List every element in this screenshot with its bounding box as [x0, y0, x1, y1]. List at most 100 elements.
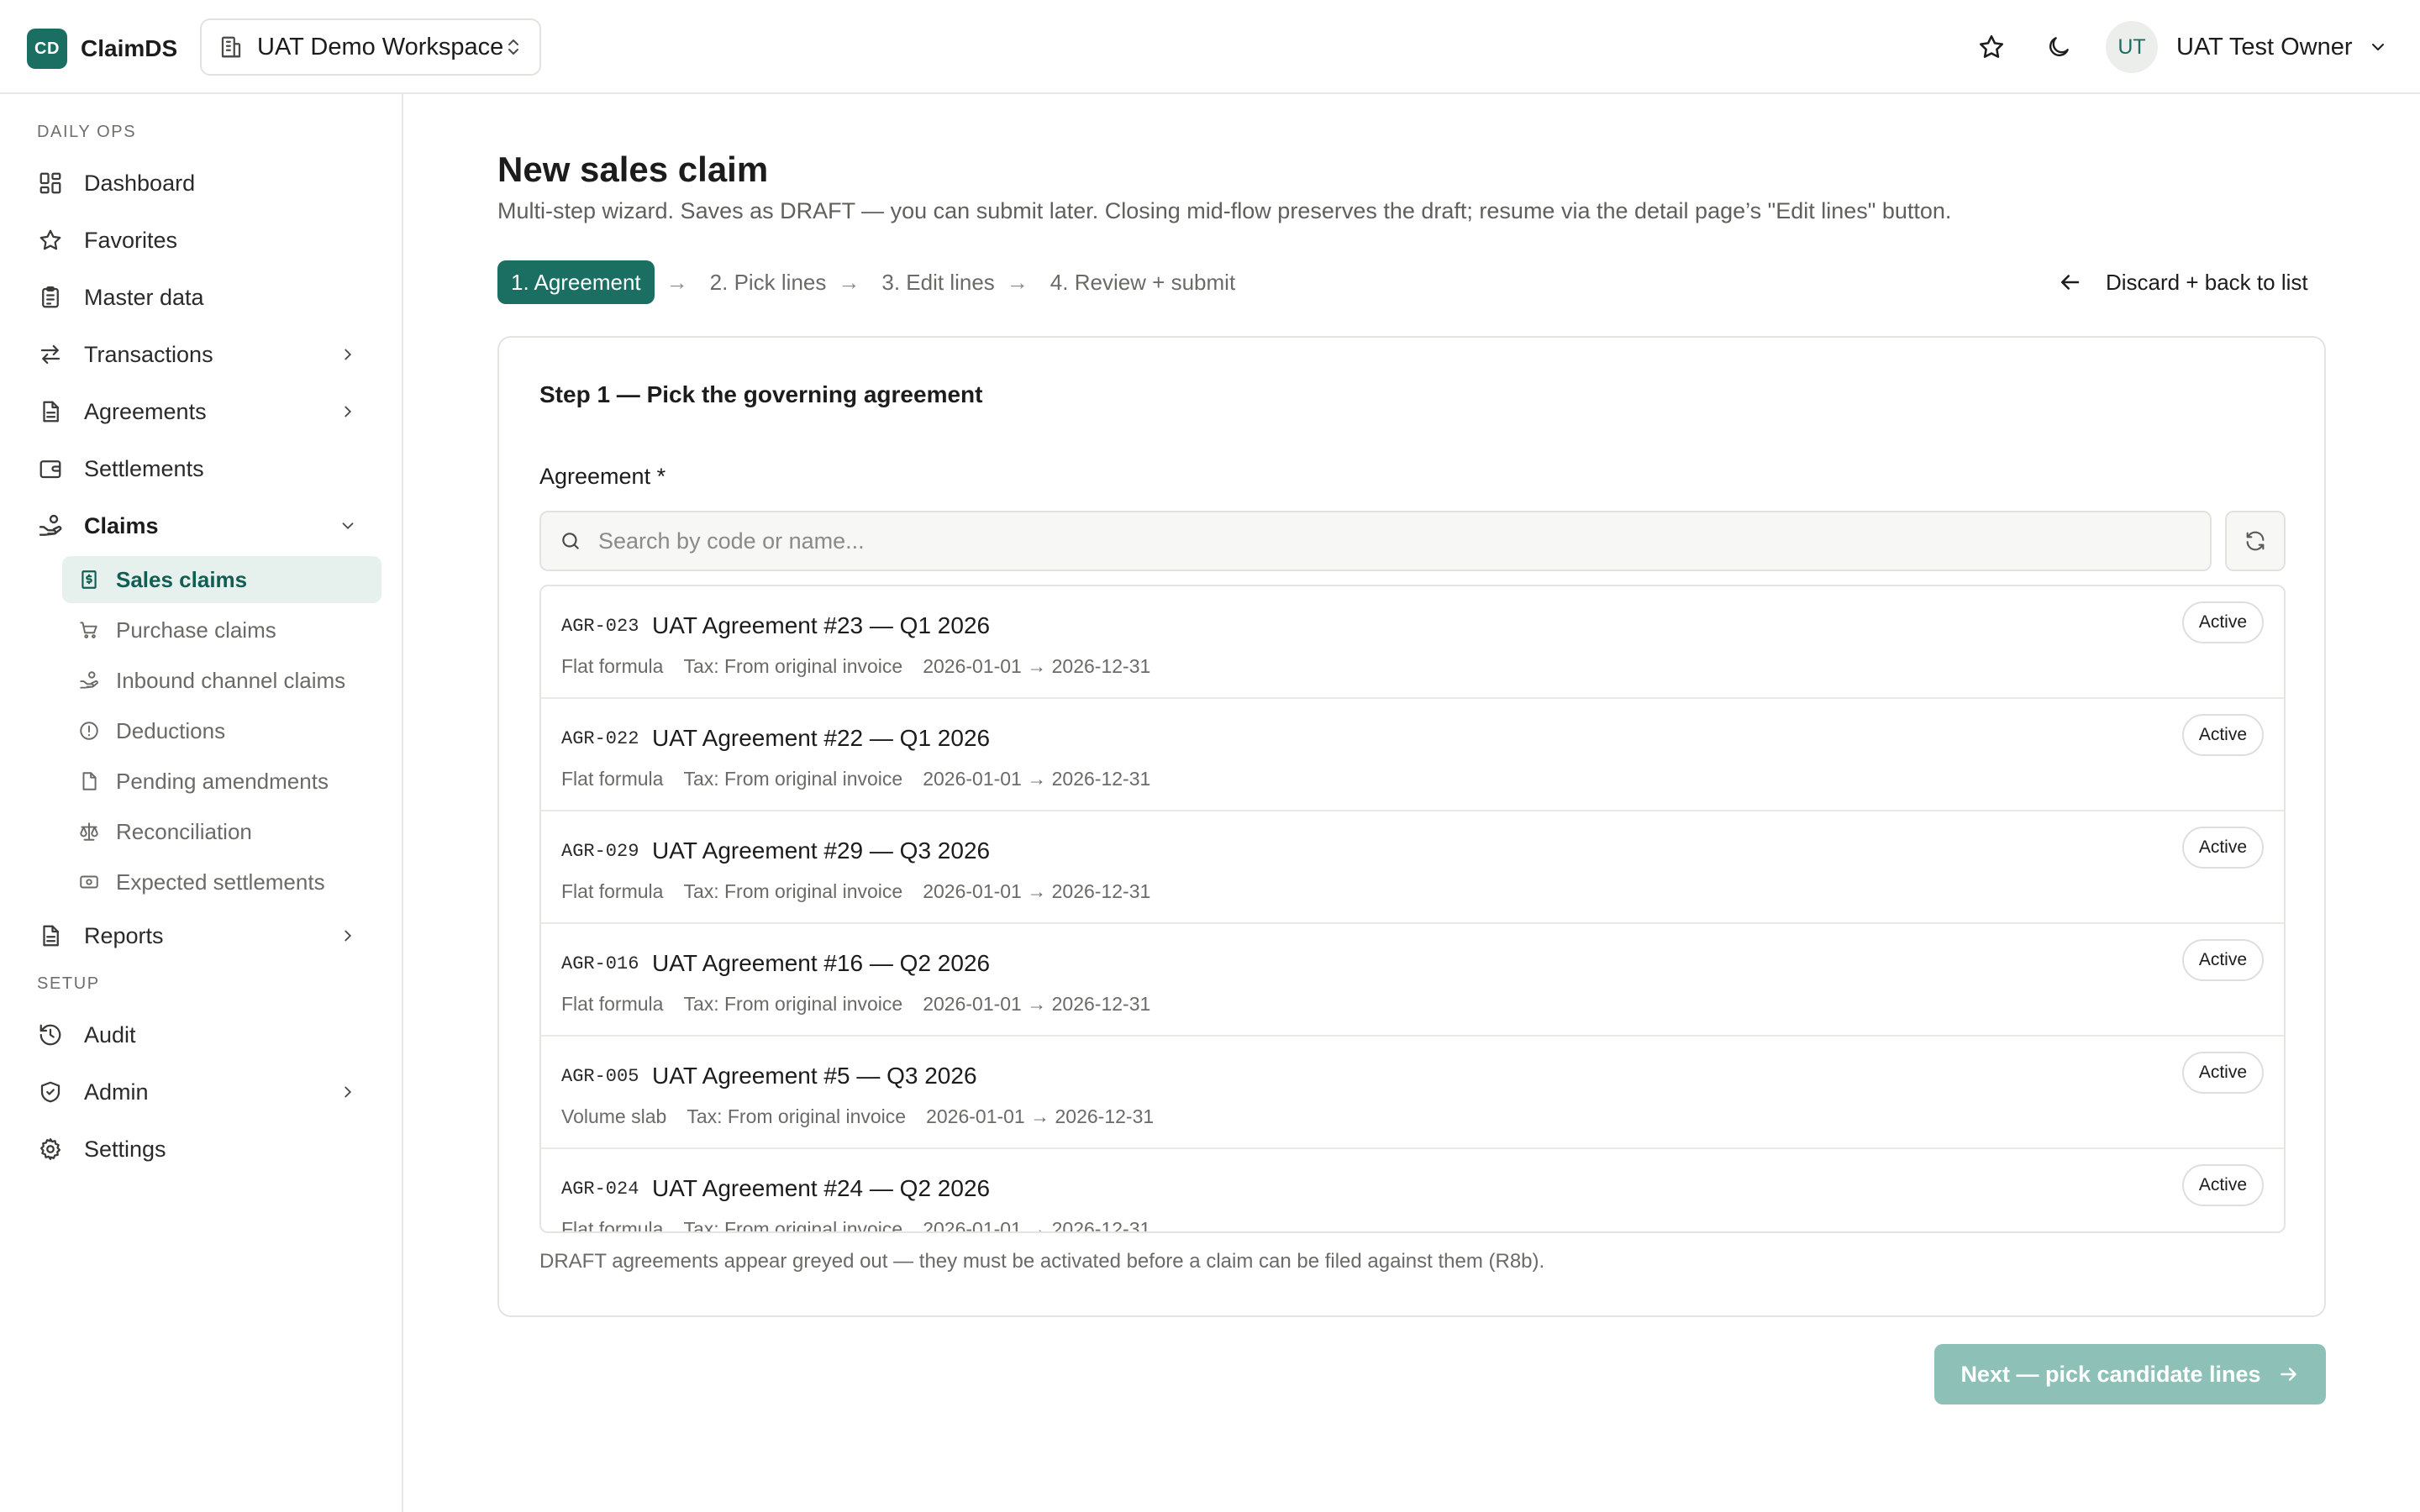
status-badge: Active	[2181, 827, 2264, 869]
sidebar-item-purchase-claims[interactable]: Purchase claims	[62, 606, 381, 654]
list-item[interactable]: AGR-029 UAT Agreement #29 — Q3 2026 Flat…	[541, 811, 2284, 924]
app-name: ClaimDS	[81, 35, 178, 61]
shopping-cart-icon	[77, 618, 101, 642]
step-pick-lines[interactable]: 2. Pick lines	[710, 270, 827, 296]
agreement-formula: Flat formula	[561, 1218, 664, 1233]
sidebar-item-settlements[interactable]: Settlements	[37, 449, 376, 489]
clipboard-icon	[37, 284, 64, 311]
sidebar-item-pending-amendments[interactable]: Pending amendments	[62, 758, 381, 805]
gear-icon	[37, 1136, 64, 1163]
agreement-meta: Flat formula Tax: From original invoice …	[561, 993, 1171, 1016]
arrow-right-icon	[2280, 1368, 2296, 1381]
agreement-code: AGR-024	[561, 1179, 639, 1200]
workspace-switcher[interactable]: UAT Demo Workspace	[200, 18, 541, 76]
agreement-formula: Flat formula	[561, 880, 664, 902]
sidebar-item-label: Favorites	[84, 227, 178, 253]
next-pick-lines-button[interactable]: Next — pick candidate lines	[1934, 1344, 2326, 1404]
star-icon	[37, 227, 64, 254]
building-icon	[221, 36, 241, 58]
agreement-code: AGR-016	[561, 953, 639, 974]
sidebar-item-reports[interactable]: Reports	[37, 916, 376, 956]
sidebar-item-audit[interactable]: Audit	[37, 1015, 376, 1055]
moon-icon[interactable]	[2042, 30, 2075, 64]
sidebar-item-deductions[interactable]: Deductions	[62, 707, 381, 754]
agreement-code: AGR-023	[561, 616, 639, 637]
sidebar-item-admin[interactable]: Admin	[37, 1072, 376, 1112]
banknote-icon	[77, 870, 101, 894]
next-button-label: Next — pick candidate lines	[1960, 1361, 2261, 1387]
step-arrow: →	[838, 269, 860, 295]
sidebar-item-settings[interactable]: Settings	[37, 1129, 376, 1169]
step-edit-lines[interactable]: 3. Edit lines	[881, 270, 994, 296]
sidebar-item-label: Pending amendments	[116, 768, 329, 794]
chevron-right-icon	[338, 1082, 358, 1102]
alert-circle-icon	[77, 719, 101, 743]
sidebar-item-sales-claims[interactable]: Sales claims	[62, 556, 381, 603]
agreement-tax: Tax: From original invoice	[683, 1218, 903, 1233]
arrow-left-icon	[2061, 275, 2080, 290]
agreement-name: UAT Agreement #16 — Q2 2026	[652, 950, 991, 976]
sidebar-item-favorites[interactable]: Favorites	[37, 220, 376, 260]
refresh-button[interactable]	[2225, 511, 2286, 571]
search-input[interactable]	[598, 528, 2178, 554]
card-title: Step 1 — Pick the governing agreement	[539, 381, 983, 407]
agreement-tax: Tax: From original invoice	[683, 655, 903, 677]
chevron-right-icon	[338, 926, 358, 946]
step-agreement[interactable]: 1. Agreement	[497, 260, 655, 304]
app-logo[interactable]: CD	[27, 29, 67, 69]
page-title: New sales claim	[497, 150, 769, 189]
scale-icon	[77, 820, 101, 843]
agreement-meta: Flat formula Tax: From original invoice …	[561, 1218, 1171, 1233]
discard-label: Discard + back to list	[2106, 269, 2308, 295]
hand-coins-icon	[77, 669, 101, 692]
sidebar-item-label: Settings	[84, 1136, 166, 1162]
discard-back-button[interactable]: Discard + back to list	[2057, 264, 2308, 301]
sidebar-item-transactions[interactable]: Transactions	[37, 334, 376, 375]
agreement-meta: Volume slab Tax: From original invoice 2…	[561, 1105, 1174, 1128]
chevron-down-icon	[338, 516, 358, 536]
sidebar-item-reconciliation[interactable]: Reconciliation	[62, 808, 381, 855]
status-badge: Active	[2181, 1164, 2264, 1206]
agreement-name: UAT Agreement #22 — Q1 2026	[652, 725, 991, 751]
agreement-name: UAT Agreement #29 — Q3 2026	[652, 837, 991, 864]
agreement-name: UAT Agreement #24 — Q2 2026	[652, 1175, 991, 1201]
user-menu[interactable]: UT UAT Test Owner	[2106, 20, 2388, 74]
sidebar-item-label: Reconciliation	[116, 818, 252, 844]
avatar: UT	[2106, 21, 2158, 73]
sidebar-item-label: Expected settlements	[116, 869, 325, 895]
list-item[interactable]: AGR-016 UAT Agreement #16 — Q2 2026 Flat…	[541, 924, 2284, 1037]
sidebar-item-expected-settlements[interactable]: Expected settlements	[62, 858, 381, 906]
sidebar-item-label: Dashboard	[84, 170, 196, 196]
sidebar-item-label: Audit	[84, 1021, 136, 1047]
sidebar-item-label: Reports	[84, 922, 164, 948]
wizard-steps: 1. Agreement → 2. Pick lines → 3. Edit l…	[497, 260, 1235, 304]
step-review-submit[interactable]: 4. Review + submit	[1050, 270, 1235, 296]
agreement-period: 2026-01-01 → 2026-12-31	[923, 880, 1151, 902]
agreement-name: UAT Agreement #23 — Q1 2026	[652, 612, 991, 638]
list-item[interactable]: AGR-022 UAT Agreement #22 — Q1 2026 Flat…	[541, 699, 2284, 811]
agreement-tax: Tax: From original invoice	[687, 1105, 907, 1127]
list-item[interactable]: AGR-024 UAT Agreement #24 — Q2 2026 Flat…	[541, 1149, 2284, 1233]
report-icon	[37, 922, 64, 949]
sidebar-item-inbound-channel-claims[interactable]: Inbound channel claims	[62, 657, 381, 704]
search-icon	[562, 533, 579, 549]
agreement-formula: Volume slab	[561, 1105, 667, 1127]
refresh-icon	[2246, 531, 2265, 551]
sidebar-item-label: Purchase claims	[116, 617, 276, 643]
sidebar-item-label: Claims	[84, 512, 159, 538]
sidebar-item-master-data[interactable]: Master data	[37, 277, 376, 318]
list-item[interactable]: AGR-005 UAT Agreement #5 — Q3 2026 Volum…	[541, 1037, 2284, 1149]
agreement-card: Step 1 — Pick the governing agreement Ag…	[497, 336, 2326, 1317]
agreement-meta: Flat formula Tax: From original invoice …	[561, 880, 1171, 903]
list-item[interactable]: AGR-023 UAT Agreement #23 — Q1 2026 Flat…	[541, 586, 2284, 699]
agreement-search	[539, 511, 2212, 571]
chevron-right-icon	[338, 402, 358, 422]
sidebar: DAILY OPS Dashboard Favorites Master dat…	[0, 94, 403, 1512]
sidebar-item-label: Deductions	[116, 717, 226, 743]
agreement-list: AGR-023 UAT Agreement #23 — Q1 2026 Flat…	[539, 585, 2286, 1233]
sidebar-item-claims[interactable]: Claims	[37, 506, 376, 546]
sidebar-item-dashboard[interactable]: Dashboard	[37, 163, 376, 203]
favorite-star-icon[interactable]	[1975, 30, 2008, 64]
agreement-period: 2026-01-01 → 2026-12-31	[923, 768, 1151, 790]
sidebar-item-agreements[interactable]: Agreements	[37, 391, 376, 432]
